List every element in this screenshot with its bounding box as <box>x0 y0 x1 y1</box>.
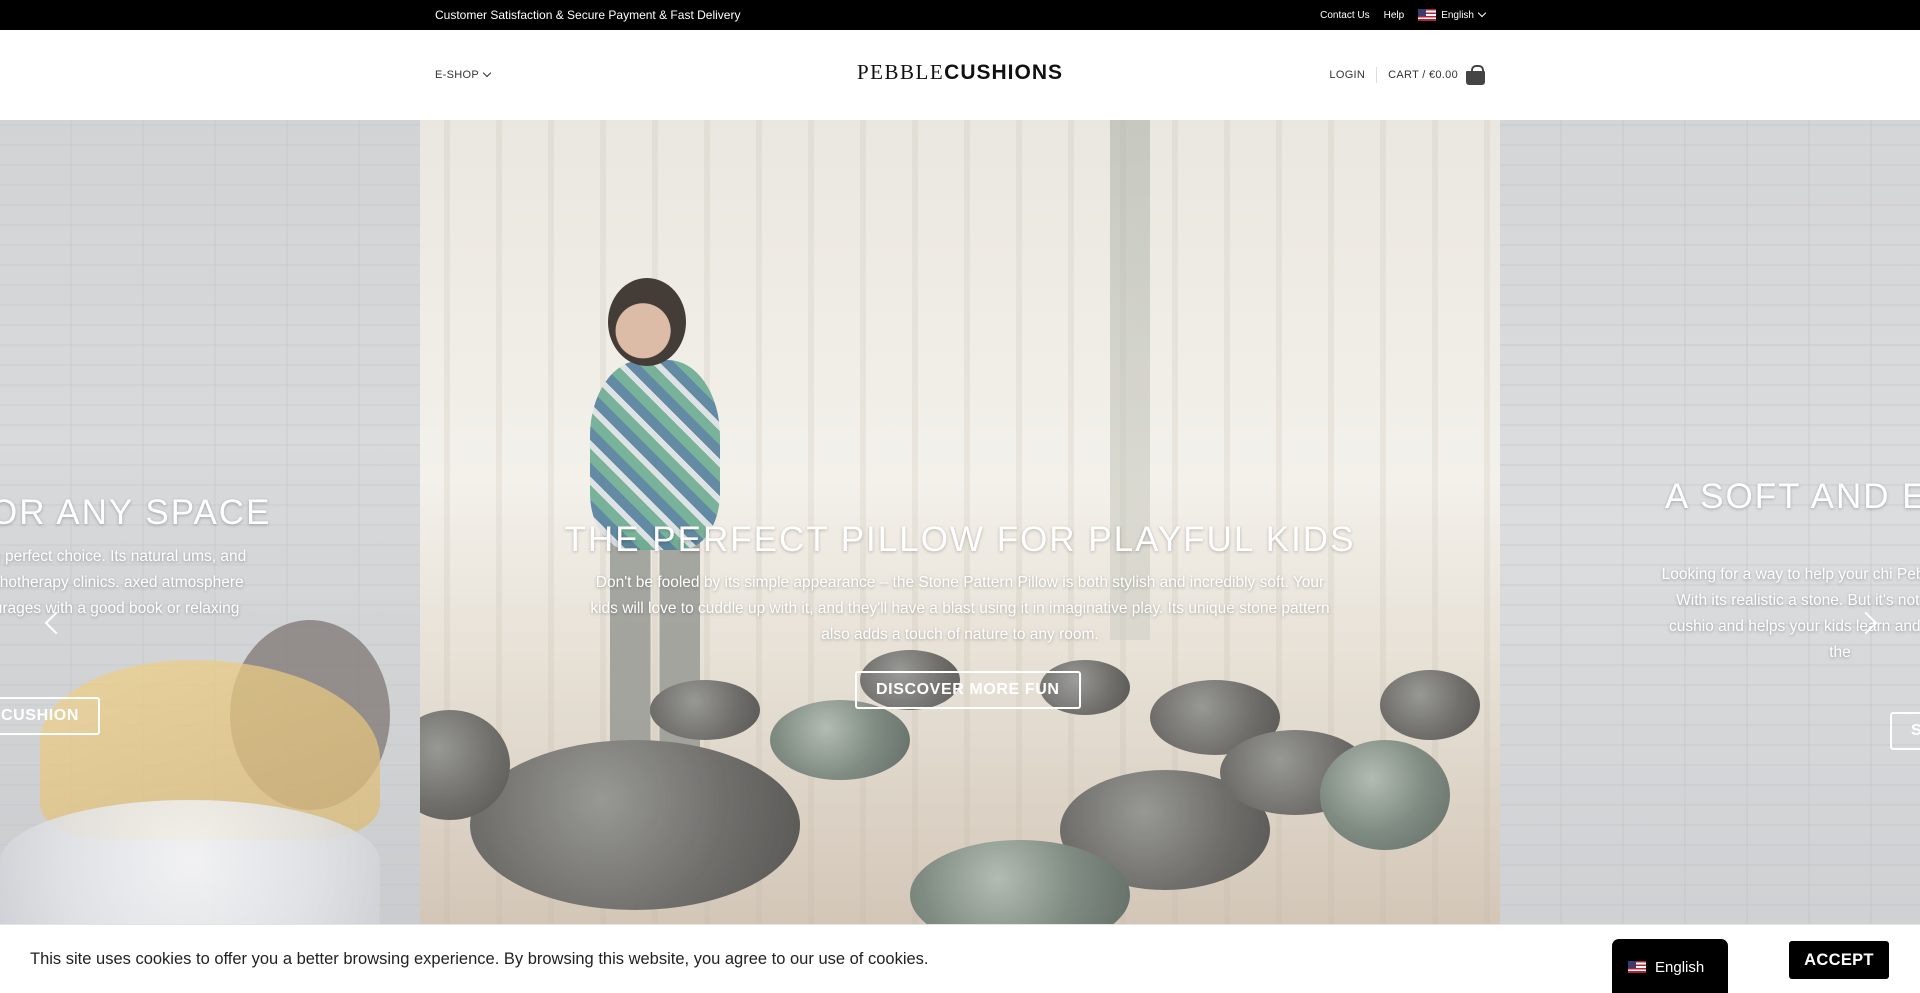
language-selector-button[interactable]: English <box>1612 939 1728 993</box>
hero-slider[interactable]: OR ANY SPACE hion is the perfect choice.… <box>0 120 1920 924</box>
slide-title: A SOFT AND ED <box>1665 477 1920 516</box>
help-link[interactable]: Help <box>1384 10 1405 21</box>
us-flag-icon <box>1418 9 1437 21</box>
top-links: Contact Us Help English <box>1320 0 1487 30</box>
site-header: E-SHOP PEBBLECUSHIONS LOGIN CART / €0.00 <box>0 30 1920 120</box>
site-logo[interactable]: PEBBLECUSHIONS <box>0 60 1920 85</box>
logo-part-pebble: PEBBLE <box>856 60 945 84</box>
slide-text: Looking for a way to help your chi Pebbl… <box>1661 566 1920 661</box>
chevron-down-icon <box>1477 8 1487 18</box>
language-label: English <box>1441 9 1474 21</box>
slide-previous[interactable]: OR ANY SPACE hion is the perfect choice.… <box>0 120 420 924</box>
language-switcher[interactable]: English <box>1418 8 1487 21</box>
shopping-bag-icon[interactable] <box>1466 64 1485 85</box>
discover-more-button[interactable]: DISCOVER MORE FUN <box>855 671 1081 709</box>
top-bar: Customer Satisfaction & Secure Payment &… <box>0 0 1920 30</box>
slide-overlay <box>1500 120 1920 924</box>
slide-title: THE PERFECT PILLOW FOR PLAYFUL KIDS <box>564 520 1356 559</box>
accept-cookies-button[interactable]: ACCEPT <box>1789 941 1889 979</box>
divider <box>1376 67 1378 83</box>
header-actions: LOGIN CART / €0.00 <box>1329 30 1485 120</box>
slide-button[interactable]: S <box>1890 712 1920 750</box>
contact-us-link[interactable]: Contact Us <box>1320 10 1369 21</box>
logo-part-cushions: CUSHIONS <box>944 61 1064 84</box>
cart-link[interactable]: CART / €0.00 <box>1388 69 1458 81</box>
slide-current[interactable]: THE PERFECT PILLOW FOR PLAYFUL KIDS Don'… <box>420 120 1500 924</box>
slide-text: Don't be fooled by its simple appearance… <box>590 574 1330 643</box>
login-link[interactable]: LOGIN <box>1329 69 1365 81</box>
slide-text: hion is the perfect choice. Its natural … <box>0 548 247 617</box>
slide-title: OR ANY SPACE <box>0 493 272 532</box>
language-label: English <box>1655 958 1705 976</box>
slide-button[interactable]: CUSHION <box>0 697 100 735</box>
cookie-message: This site uses cookies to offer you a be… <box>30 950 929 968</box>
promo-text: Customer Satisfaction & Secure Payment &… <box>435 8 741 22</box>
us-flag-icon <box>1628 961 1646 973</box>
cookie-banner: This site uses cookies to offer you a be… <box>0 924 1920 993</box>
slide-next[interactable]: A SOFT AND ED Looking for a way to help … <box>1500 120 1920 924</box>
